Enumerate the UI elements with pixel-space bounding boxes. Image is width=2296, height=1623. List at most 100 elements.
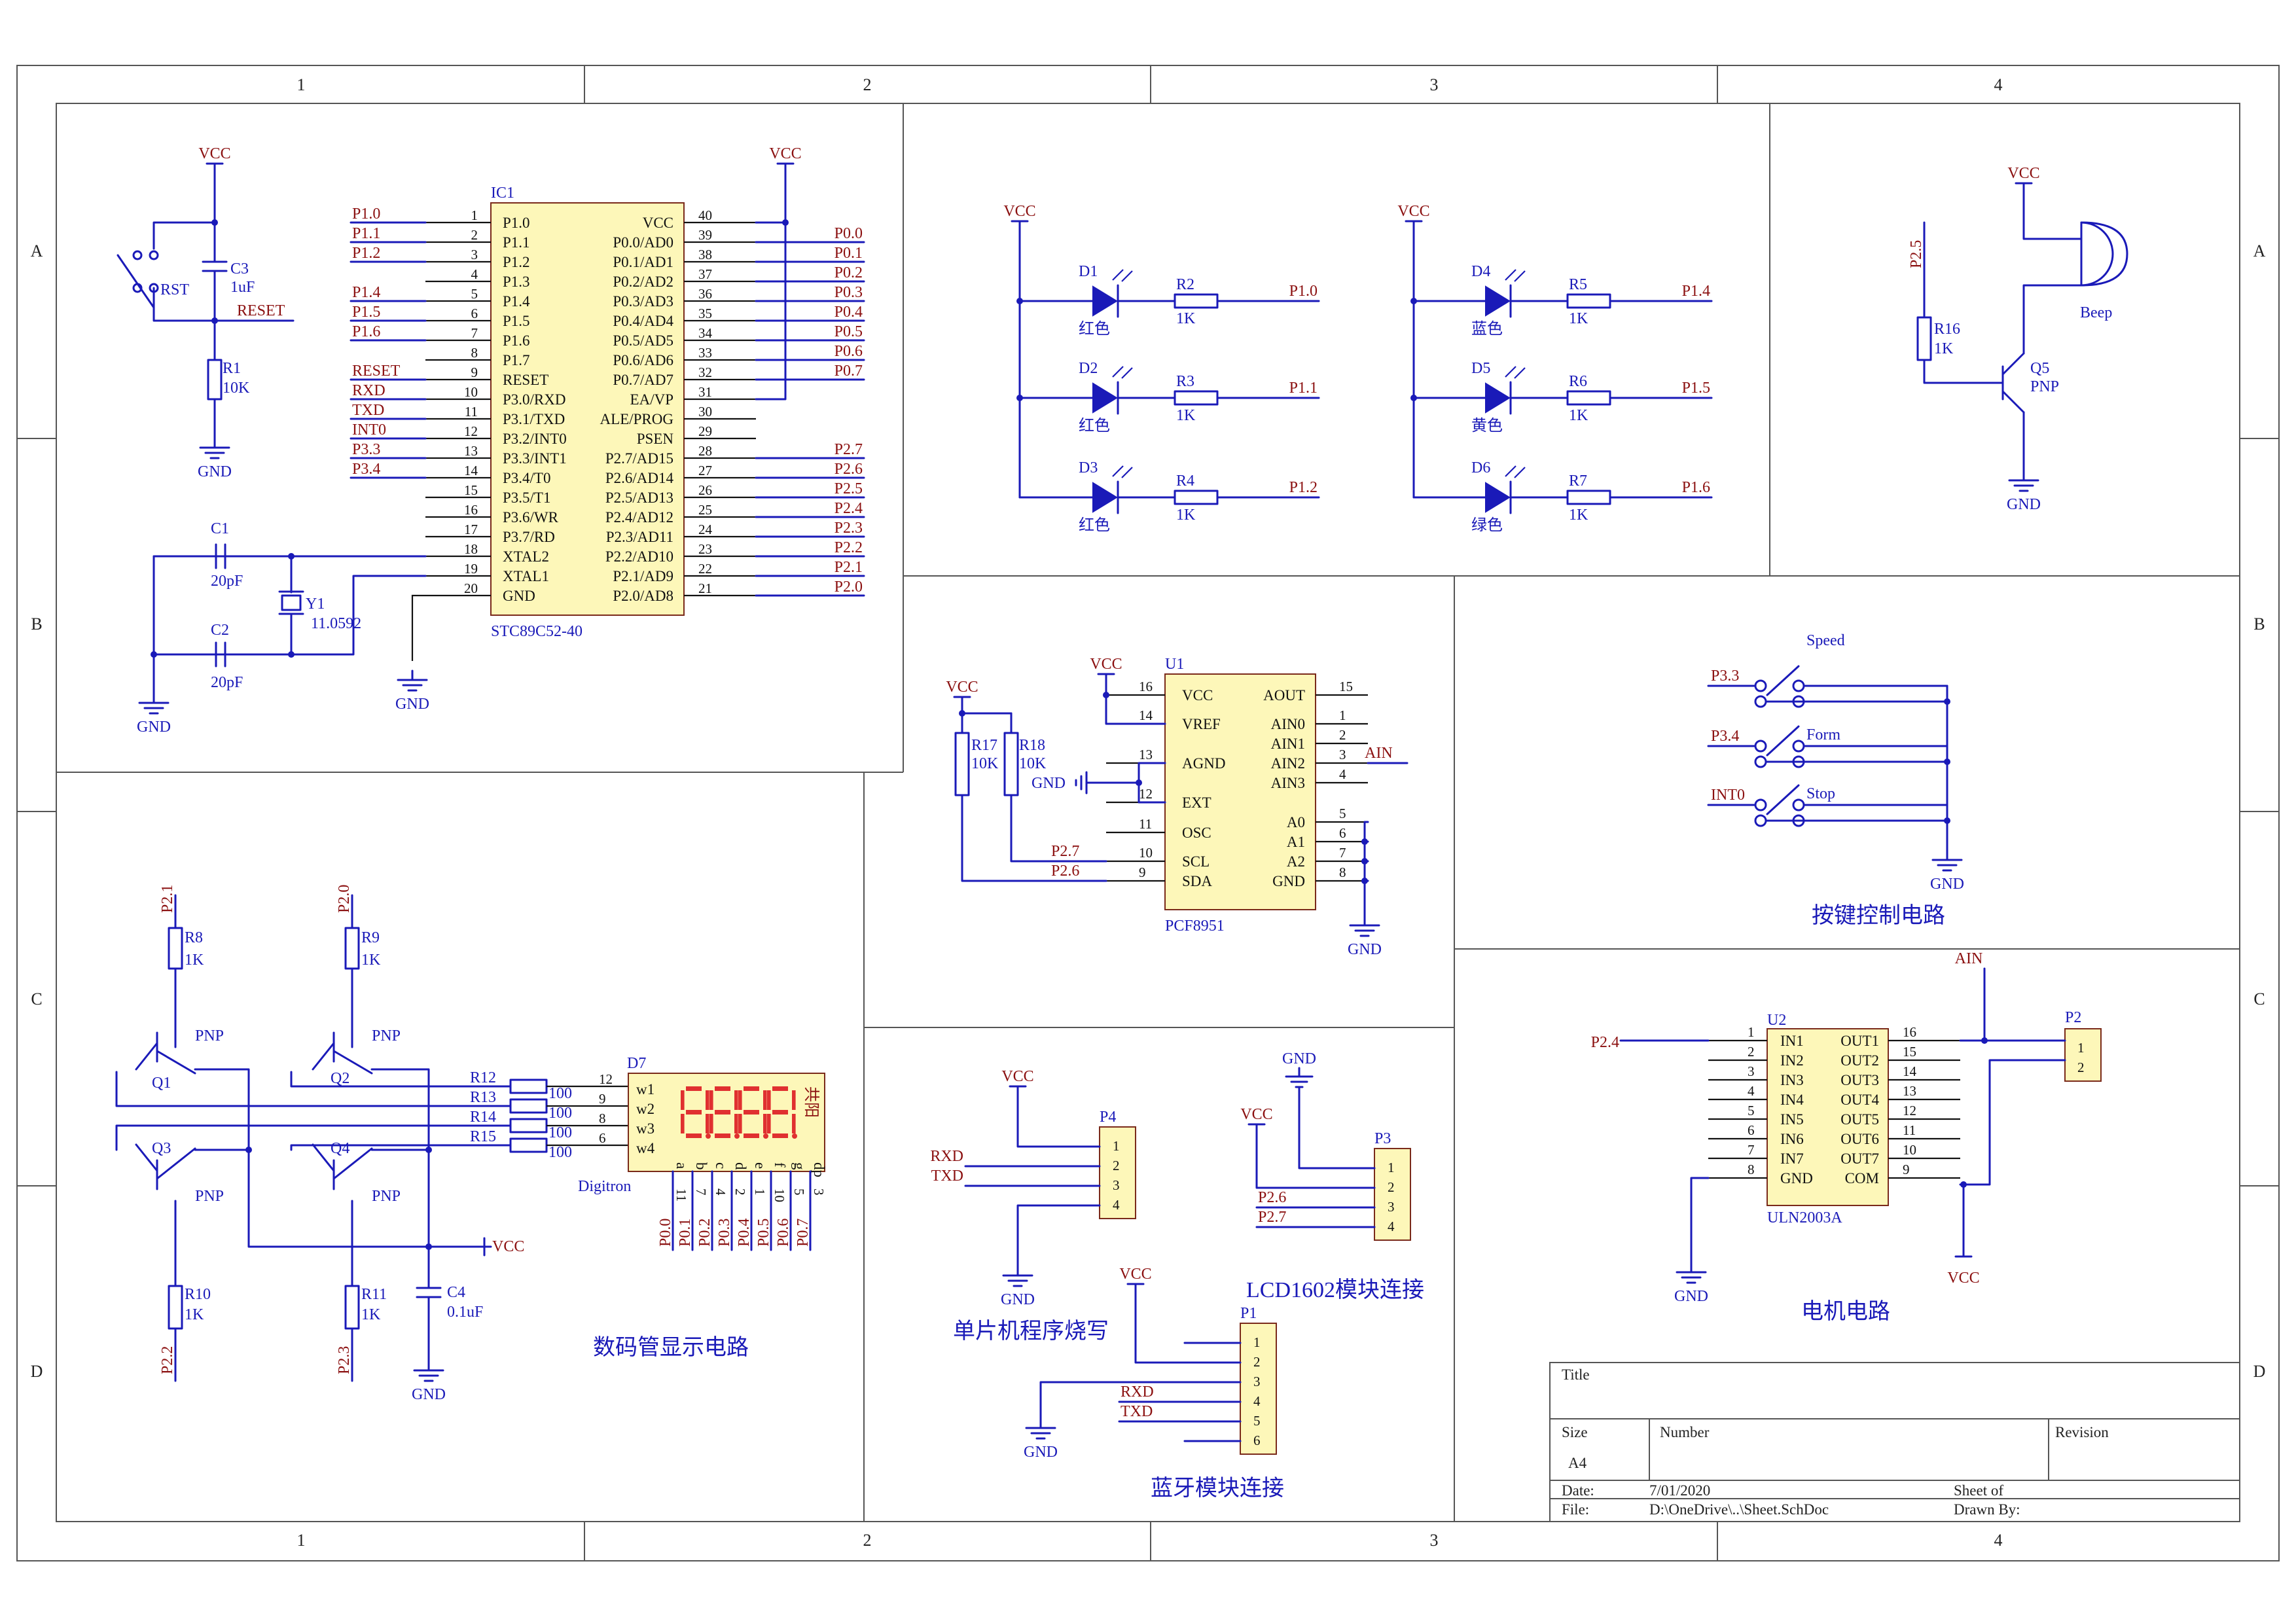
pin-number: 12 bbox=[599, 1071, 613, 1087]
pin-name: P2.0/AD8 bbox=[613, 588, 673, 604]
led-triangle bbox=[1485, 285, 1511, 317]
pin-name: ALE/PROG bbox=[600, 411, 673, 427]
junction bbox=[211, 219, 218, 226]
vcc-label: VCC bbox=[1947, 1270, 1979, 1287]
led-designator: D2 bbox=[1079, 360, 1098, 377]
header-designator: P2 bbox=[2065, 1009, 2081, 1026]
pin-number: 7 bbox=[693, 1188, 709, 1196]
resistor-body bbox=[509, 1118, 548, 1133]
grid-col-label-top: 1 bbox=[297, 75, 306, 94]
net-label: P0.0 bbox=[657, 1219, 674, 1247]
ground-label: GND bbox=[1001, 1291, 1035, 1308]
pin-number: 6 bbox=[599, 1130, 606, 1146]
junction bbox=[1103, 692, 1109, 698]
pin-name: GND bbox=[503, 588, 535, 604]
pin-name: GND bbox=[1272, 873, 1305, 889]
grid-col-label-top: 3 bbox=[1430, 75, 1439, 94]
pin-name: SDA bbox=[1182, 873, 1212, 889]
wire bbox=[1039, 1381, 1186, 1420]
c4-designator: C4 bbox=[447, 1284, 465, 1301]
transistor-emitter bbox=[2001, 352, 2025, 376]
pin-name: P3.0/RXD bbox=[503, 391, 566, 408]
vcc-label: VCC bbox=[1397, 203, 1429, 220]
c2-value: 20pF bbox=[211, 674, 243, 691]
pin-number: 19 bbox=[464, 561, 478, 577]
net-label: P2.2 bbox=[834, 539, 863, 556]
segment-dp bbox=[734, 1133, 740, 1139]
resistor-body bbox=[1174, 490, 1219, 505]
uln-designator: U2 bbox=[1767, 1012, 1786, 1029]
header-pin-number: 1 bbox=[1388, 1160, 1395, 1175]
resistor-body bbox=[509, 1079, 548, 1094]
mcu-block: IC1 STC89C52-40 1 P1.0 P1.0 2 P1.1 P1.1 3 P1.2 P1.… bbox=[350, 145, 865, 713]
revision-label: Revision bbox=[2055, 1424, 2109, 1440]
segment-g bbox=[772, 1110, 788, 1115]
net-label: P1.5 bbox=[352, 304, 380, 321]
wire bbox=[290, 555, 427, 594]
transistor-leg bbox=[135, 1042, 158, 1071]
pin-number: 13 bbox=[464, 443, 478, 459]
junction bbox=[1361, 878, 1368, 884]
junction bbox=[245, 1147, 252, 1153]
grid-col-label-top: 2 bbox=[863, 75, 872, 94]
led-color: 红色 bbox=[1079, 417, 1110, 435]
pin-number: 10 bbox=[772, 1188, 787, 1202]
transistor-leg bbox=[156, 1050, 196, 1075]
c3-value: 1uF bbox=[230, 279, 255, 296]
net-label: P2.7 bbox=[834, 441, 863, 458]
file-label: File: bbox=[1562, 1501, 1589, 1518]
pin-number: 23 bbox=[698, 541, 712, 557]
pin-name: EXT bbox=[1182, 794, 1211, 811]
pin-name: VCC bbox=[643, 215, 673, 231]
pin-number: 5 bbox=[791, 1188, 807, 1196]
wire bbox=[1923, 359, 2004, 384]
header-pin-number: 4 bbox=[1113, 1197, 1120, 1213]
segment-dp bbox=[792, 1133, 797, 1139]
net-label: P2.1 bbox=[834, 559, 863, 576]
pin-number: 39 bbox=[698, 227, 712, 243]
net-label: P2.3 bbox=[834, 520, 863, 537]
c1-designator: C1 bbox=[211, 520, 229, 537]
pin-number: 2 bbox=[732, 1188, 748, 1196]
net-label: P0.0 bbox=[834, 225, 863, 242]
mcu-part: STC89C52-40 bbox=[491, 623, 583, 640]
wire bbox=[961, 794, 1107, 882]
transistor-collector bbox=[2001, 390, 2025, 414]
pin-name: AOUT bbox=[1263, 687, 1305, 704]
resistor-designator: R13 bbox=[470, 1089, 496, 1106]
segment-b bbox=[792, 1090, 796, 1110]
c2-designator: C2 bbox=[211, 622, 229, 639]
wire bbox=[194, 1068, 492, 1248]
segment-name: c bbox=[713, 1162, 729, 1169]
pin-name: P3.6/WR bbox=[503, 509, 559, 526]
pin-number: 1 bbox=[471, 207, 478, 223]
pin-name: IN3 bbox=[1780, 1072, 1804, 1088]
pin-name: P2.3/AD11 bbox=[606, 529, 673, 545]
net-label: P2.5 bbox=[834, 480, 863, 497]
key-contact bbox=[1792, 798, 1805, 812]
net-label: P2.3 bbox=[336, 1346, 353, 1374]
switch-lever bbox=[117, 254, 155, 309]
net-label: P1.6 bbox=[352, 323, 380, 340]
segment-d bbox=[686, 1133, 702, 1138]
pin-number: 24 bbox=[698, 522, 713, 537]
pin-number: 14 bbox=[464, 463, 478, 478]
pin-number: 21 bbox=[698, 580, 712, 596]
pin-name: P1.2 bbox=[503, 254, 530, 270]
led-ray bbox=[1505, 366, 1516, 378]
transistor-type: PNP bbox=[195, 1027, 224, 1044]
resistor-value: 100 bbox=[548, 1124, 572, 1141]
pin-number: 11 bbox=[673, 1188, 689, 1202]
resistor-designator: R3 bbox=[1176, 373, 1194, 390]
pin-name: VCC bbox=[1182, 687, 1213, 704]
pin-number: 8 bbox=[1339, 865, 1346, 880]
pin-name: P1.6 bbox=[503, 332, 530, 349]
pin-number: 4 bbox=[471, 266, 478, 282]
pin-number: 35 bbox=[698, 306, 712, 321]
pin-number: 8 bbox=[1748, 1162, 1755, 1177]
resistor-value: 1K bbox=[361, 1306, 381, 1323]
net-label: P2.1 bbox=[159, 885, 176, 913]
txd-net-label: TXD bbox=[931, 1168, 963, 1185]
segment-b bbox=[734, 1090, 738, 1110]
segment-f bbox=[709, 1090, 713, 1110]
